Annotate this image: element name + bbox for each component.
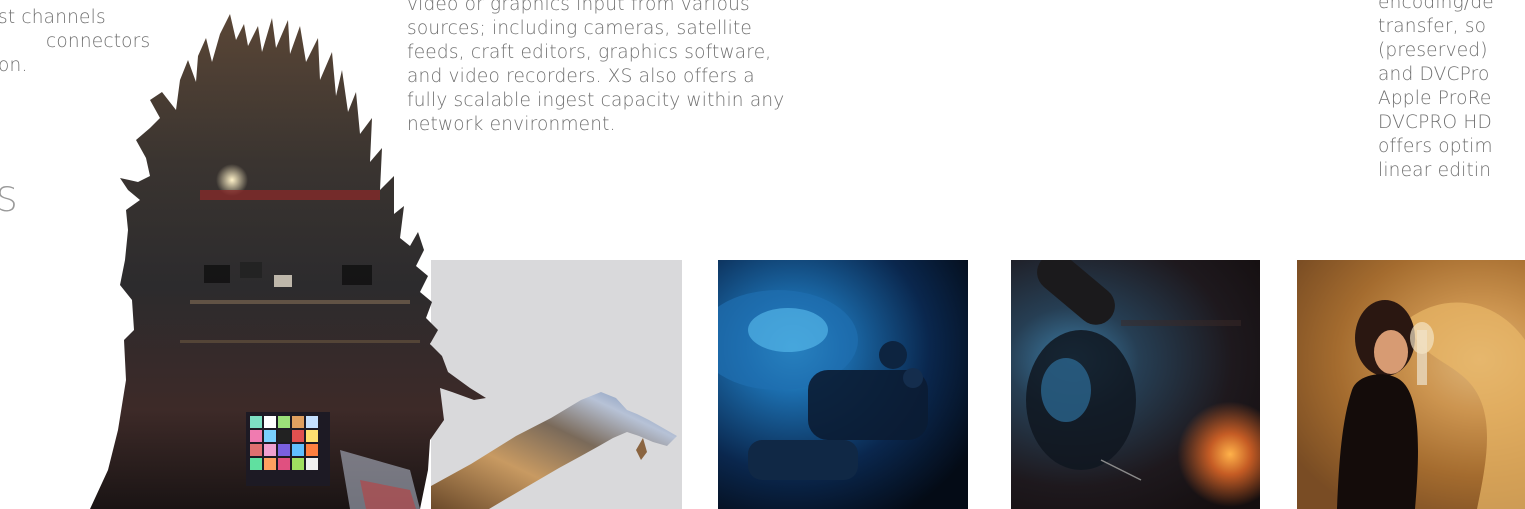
left-text-line-3: on. (0, 55, 28, 76)
flag-red-stripe (360, 480, 416, 509)
camera-icon (718, 290, 928, 480)
middle-text-line-5: fully scalable ingest capacity within an… (407, 90, 785, 111)
studio-lights-rig (180, 262, 420, 343)
right-text-line-1: encoding/de (1378, 0, 1494, 13)
studio-red-beam (200, 190, 380, 200)
camera-closeup-image (718, 260, 968, 509)
right-text-line-4: and DVCPro (1378, 64, 1490, 85)
middle-text-line-1: video or graphics input from various (407, 0, 750, 15)
middle-text-line-3: feeds, craft editors, graphics software, (407, 42, 772, 63)
middle-column-text: video or graphics input from various sou… (407, 0, 867, 137)
right-text-line-5: Apple ProRe (1378, 88, 1492, 109)
right-column-text: encoding/de transfer, so (preserved) and… (1378, 0, 1525, 183)
woman-portrait-icon (1297, 260, 1525, 509)
flag-fabric (340, 450, 420, 509)
left-text-line-2: connectors (46, 31, 151, 52)
hand-silhouette-collage-image (431, 260, 682, 509)
right-text-line-6: DVCPRO HD (1378, 112, 1492, 133)
woman-with-wine-glass-image (1297, 260, 1525, 509)
right-text-line-7: offers optim (1378, 136, 1493, 157)
section-heading: S (0, 180, 19, 220)
left-text-line-1: st channels (0, 7, 106, 28)
led-panel-grid (246, 412, 330, 486)
middle-text-line-6: network environment. (407, 114, 616, 135)
right-text-line-2: transfer, so (1378, 16, 1487, 37)
studio-light-glow (216, 164, 248, 196)
right-text-line-3: (preserved) (1378, 40, 1488, 61)
microphone-camera-image (1011, 260, 1260, 509)
middle-text-line-4: and video recorders. XS also offers a (407, 66, 755, 87)
microphone-icon (1026, 260, 1241, 481)
middle-text-line-2: sources; including cameras, satellite (407, 18, 752, 39)
hand-silhouette-icon (431, 392, 677, 509)
right-text-line-8: linear editin (1378, 160, 1492, 181)
left-column-text: st channels connectors on. (0, 6, 198, 78)
